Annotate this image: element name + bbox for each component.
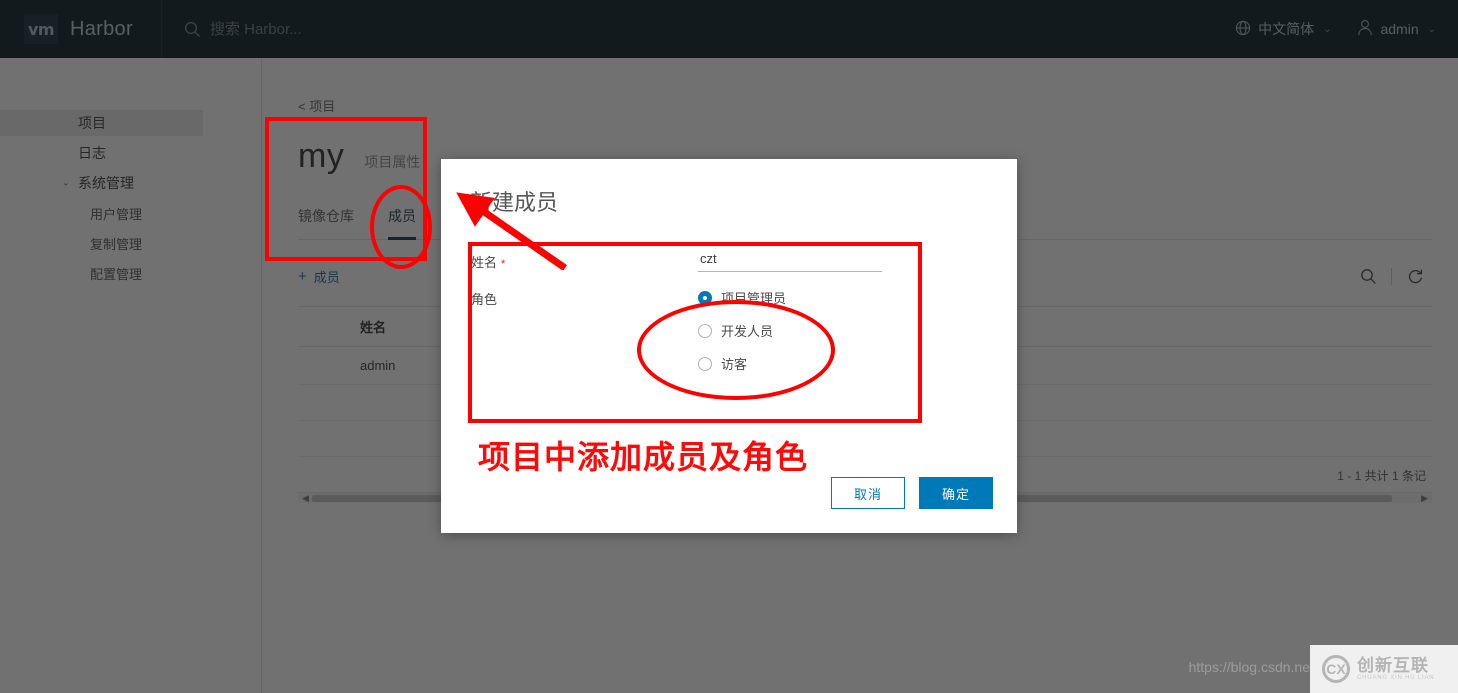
required-asterisk: * xyxy=(501,258,506,270)
radio-project-admin[interactable]: 项目管理员 xyxy=(698,288,786,307)
logo-chinese-name: 创新互联 xyxy=(1357,655,1429,675)
form-row-name: 姓名 * xyxy=(471,249,1017,272)
app-root: vm Harbor 中文简体 ⌄ admin ⌄ xyxy=(0,0,1458,693)
radio-guest[interactable]: 访客 xyxy=(698,354,786,373)
name-field-label: 姓名 * xyxy=(471,249,698,272)
confirm-button[interactable]: 确定 xyxy=(918,477,993,509)
name-input[interactable] xyxy=(698,249,882,272)
dialog-title: 新建成员 xyxy=(470,190,559,215)
member-form: 姓名* 角色 项目管理员 开发人员 访客 xyxy=(441,217,1017,373)
dialog-footer: 取消 确定 xyxy=(830,477,993,509)
radio-label: 项目管理员 xyxy=(721,291,787,306)
radio-label: 开发人员 xyxy=(721,324,774,339)
role-radio-group: 项目管理员 开发人员 访客 xyxy=(698,286,786,373)
radio-selected-icon[interactable] xyxy=(698,290,712,305)
radio-unselected-icon[interactable] xyxy=(698,323,712,338)
role-field-label: 角色 xyxy=(471,292,498,307)
logo-mark-icon: CX xyxy=(1322,655,1350,683)
watermark-logo: CX 创新互联 CHUANG XIN HU LIAN xyxy=(1310,645,1458,693)
logo-pinyin-name: CHUANG XIN HU LIAN xyxy=(1357,675,1435,682)
radio-developer[interactable]: 开发人员 xyxy=(698,321,786,340)
new-member-dialog: 新建成员 姓名* 角色 项目管理员 开发人员 xyxy=(441,159,1017,533)
radio-label: 访客 xyxy=(721,357,748,372)
cancel-button[interactable]: 取消 xyxy=(830,477,905,509)
name-label-text: 姓名 xyxy=(471,255,498,270)
watermark-url: https://blog.csdn.ne xyxy=(1188,659,1310,675)
radio-unselected-icon[interactable] xyxy=(698,356,712,371)
logo-text-block: 创新互联 CHUANG XIN HU LIAN xyxy=(1357,655,1435,682)
form-row-role: 角色 项目管理员 开发人员 访客 xyxy=(471,286,1017,373)
